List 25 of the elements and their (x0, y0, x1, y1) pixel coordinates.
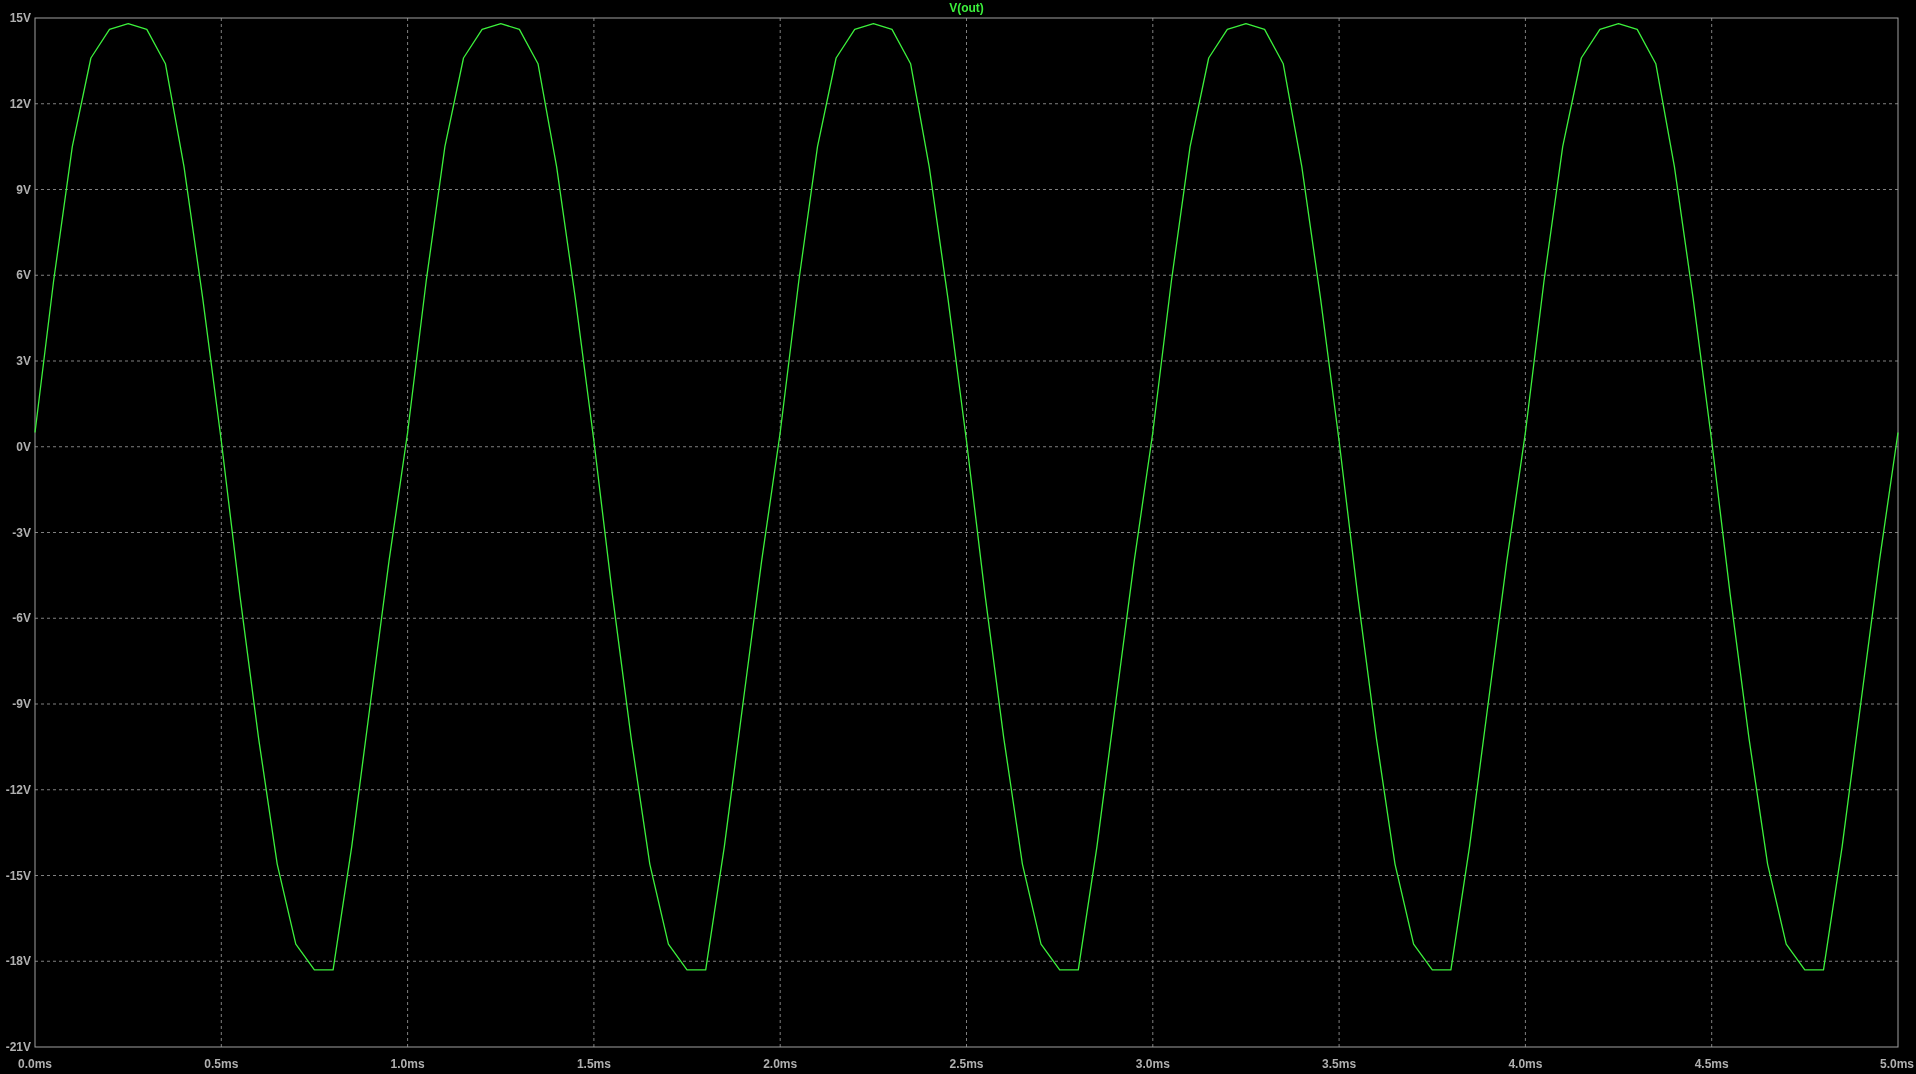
y-axis-tick-label: -6V (12, 611, 31, 626)
x-axis-tick-label: 3.0ms (1135, 1057, 1170, 1071)
y-axis-tick-label: -21V (5, 1040, 31, 1054)
x-axis-tick-label: 1.0ms (390, 1057, 425, 1071)
y-axis-tick-label: -3V (12, 525, 31, 540)
y-axis-tick-label: 0V (16, 439, 31, 454)
x-axis-tick-label: 4.0ms (1508, 1057, 1543, 1071)
y-axis-tick-label: -12V (5, 782, 31, 797)
y-axis-tick-label: 6V (16, 268, 31, 283)
x-axis-tick-label: 5.0ms (1879, 1057, 1914, 1071)
y-axis-tick-label: 15V (9, 11, 31, 25)
x-axis-tick-label: 0.0ms (18, 1057, 52, 1071)
x-axis-tick-label: 2.5ms (949, 1057, 984, 1071)
x-axis-tick-label: 3.5ms (1322, 1057, 1357, 1071)
x-axis-tick-label: 0.5ms (204, 1057, 239, 1071)
y-axis-tick-label: -15V (5, 868, 31, 883)
trace-legend-label: V(out) (949, 1, 984, 15)
y-axis-tick-label: -9V (12, 697, 31, 711)
x-axis-tick-label: 4.5ms (1694, 1057, 1729, 1071)
y-axis-tick-label: 9V (16, 182, 31, 197)
x-axis-tick-label: 2.0ms (763, 1057, 798, 1071)
y-axis-tick-label: 12V (9, 96, 31, 111)
y-axis-tick-label: 3V (16, 354, 31, 368)
x-axis-tick-label: 1.5ms (576, 1057, 611, 1071)
y-axis-tick-label: -18V (5, 954, 31, 969)
